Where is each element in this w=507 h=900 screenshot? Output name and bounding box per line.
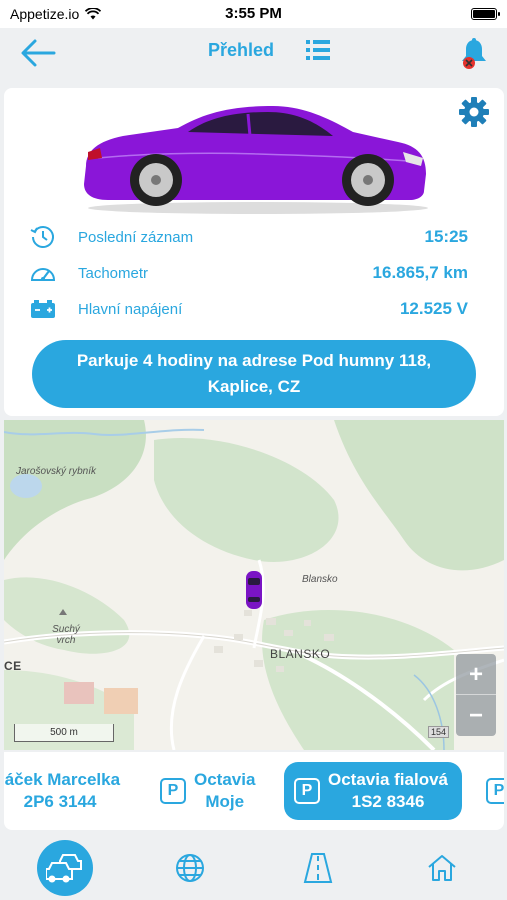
vehicle-item-active[interactable]: P Octavia fialová 1S2 8346: [284, 762, 463, 820]
vehicle-plate: Moje: [205, 792, 245, 811]
parking-status-button[interactable]: Parkuje 4 hodiny na adrese Pod humny 118…: [32, 340, 476, 408]
row-value: 16.865,7 km: [372, 263, 468, 282]
nav-bar: Přehled: [0, 28, 507, 84]
map-label-village: Blansko: [302, 574, 338, 585]
tab-home[interactable]: [414, 840, 470, 896]
status-bar: Appetize.io 3:55 PM: [0, 0, 507, 28]
row-value: 15:25: [424, 227, 468, 246]
car-image: [84, 106, 428, 214]
settings-button[interactable]: [458, 96, 490, 128]
vehicle-item[interactable]: láček Marcelka 2P6 3144: [4, 762, 120, 820]
row-value: 12.525 V: [399, 299, 468, 318]
status-time: 3:55 PM: [225, 5, 282, 22]
vehicle-plate: 1S2 8346: [351, 792, 425, 811]
info-row-main-power: Hlavní napájení 12.525 V: [28, 294, 468, 324]
vehicle-name: Octavia: [194, 770, 256, 789]
vehicle-selector[interactable]: láček Marcelka 2P6 3144 P Octavia Moje P…: [4, 752, 504, 830]
tab-vehicles[interactable]: [37, 840, 93, 896]
bell-muted-icon: [462, 38, 486, 69]
tab-map[interactable]: [162, 840, 218, 896]
map-label-hill: Suchý vrch: [52, 624, 80, 646]
vehicle-name: Octavia fialová: [328, 770, 449, 789]
zoom-out-button[interactable]: −: [456, 695, 496, 736]
parking-icon: P: [160, 778, 186, 804]
list-icon: [306, 40, 330, 60]
map-zoom-control: + −: [456, 654, 496, 736]
row-label: Tachometr: [78, 264, 149, 282]
parking-status-text: Parkuje 4 hodiny na adrese Pod humny 118…: [76, 351, 432, 396]
battery-icon: [28, 296, 58, 322]
home-icon: [428, 855, 456, 881]
vehicle-name: láček Marcelka: [4, 770, 121, 789]
list-view-button[interactable]: [306, 38, 330, 62]
arrow-left-icon: [21, 39, 56, 67]
map-scale-bar: 500 m: [14, 724, 114, 742]
info-row-last-record: Poslední záznam 15:25: [28, 222, 468, 252]
zoom-in-button[interactable]: +: [456, 654, 496, 695]
vehicle-info-card: Poslední záznam 15:25 Tachometr 16.865,7…: [4, 88, 504, 416]
parking-icon: P: [486, 778, 504, 804]
clock-history-icon: [28, 224, 58, 250]
map-view[interactable]: Jarošovský rybník Suchý vrch Blansko BLA…: [4, 420, 504, 750]
map-label-pond: Jarošovský rybník: [16, 466, 97, 477]
row-label: Poslední záznam: [78, 228, 194, 246]
vehicle-marker[interactable]: [244, 570, 264, 610]
globe-icon: [176, 854, 204, 882]
vehicle-plate: 2P6 3144: [23, 792, 97, 811]
page-title: Přehled: [208, 40, 275, 60]
vehicle-item[interactable]: P Octavia Moje: [160, 762, 255, 820]
gear-icon: [459, 97, 489, 127]
map-label-town: BLANSKO: [270, 647, 331, 661]
map-label-edge: CE: [4, 659, 22, 673]
speedometer-icon: [28, 260, 58, 286]
back-button[interactable]: [20, 38, 56, 68]
row-label: Hlavní napájení: [78, 300, 183, 318]
notifications-button[interactable]: [459, 38, 489, 70]
tab-trips[interactable]: [290, 840, 346, 896]
tab-bar: [0, 834, 507, 900]
info-row-odometer: Tachometr 16.865,7 km: [28, 258, 468, 288]
battery-indicator-icon: [471, 8, 500, 20]
parking-icon: P: [294, 778, 320, 804]
cars-icon: [46, 854, 82, 883]
road-number-badge: 154: [428, 726, 450, 738]
vehicle-item-partial[interactable]: P: [486, 762, 504, 820]
road-icon: [303, 853, 333, 883]
